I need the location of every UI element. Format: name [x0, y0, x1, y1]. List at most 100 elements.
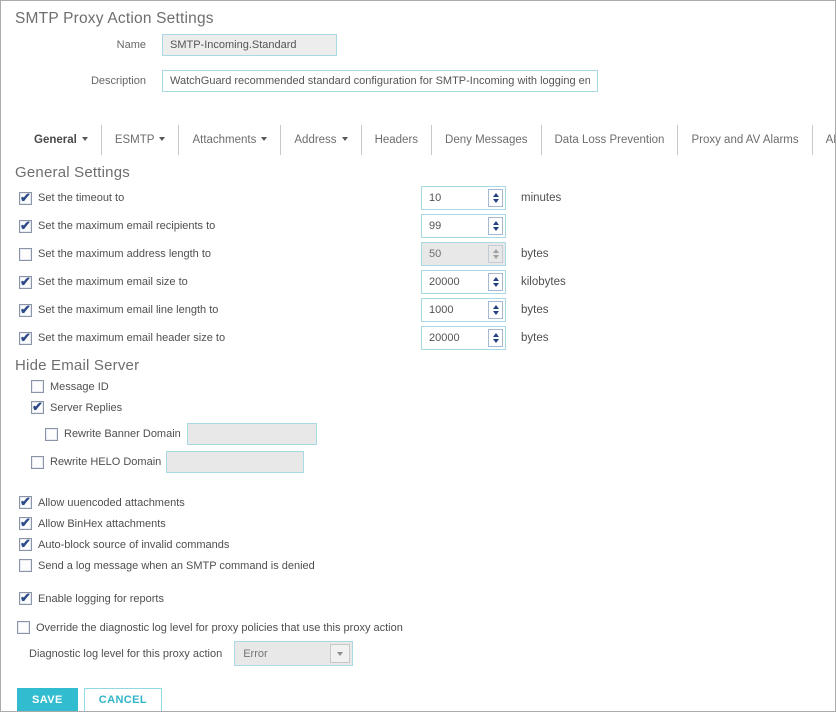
max-line-length-row: Set the maximum email line length to byt… [19, 298, 835, 322]
max-header-size-input[interactable] [422, 327, 488, 349]
spinner-up-icon[interactable] [493, 193, 499, 197]
spinner-up-icon[interactable] [493, 333, 499, 337]
hide-email-server-heading: Hide Email Server [15, 357, 835, 374]
server-replies-row: Server Replies [31, 399, 835, 416]
max-address-length-unit: bytes [521, 242, 549, 266]
enable-logging-checkbox[interactable] [19, 592, 32, 605]
max-line-length-label: Set the maximum email line length to [38, 304, 218, 316]
message-id-checkbox[interactable] [31, 380, 44, 393]
enable-logging-label: Enable logging for reports [38, 593, 164, 605]
max-header-size-row: Set the maximum email header size to byt… [19, 326, 835, 350]
chevron-down-icon [330, 644, 350, 663]
max-address-length-label: Set the maximum address length to [38, 248, 211, 260]
rewrite-banner-row: Rewrite Banner Domain [45, 422, 835, 446]
spinner-down-icon[interactable] [493, 227, 499, 231]
diag-level-value: Error [235, 642, 328, 665]
spinner-up-icon [493, 249, 499, 253]
tab-apt-blocker[interactable]: APT Blocker [813, 125, 836, 155]
tab-attachments[interactable]: Attachments [179, 125, 281, 155]
max-email-size-input[interactable] [422, 271, 488, 293]
timeout-input-group [421, 186, 506, 210]
allow-uuencoded-label: Allow uuencoded attachments [38, 497, 185, 509]
auto-block-checkbox[interactable] [19, 538, 32, 551]
description-row: Description [1, 70, 835, 92]
max-line-length-checkbox[interactable] [19, 304, 32, 317]
spinner-down-icon[interactable] [493, 311, 499, 315]
diag-level-label: Diagnostic log level for this proxy acti… [29, 648, 222, 660]
send-log-message-checkbox[interactable] [19, 559, 32, 572]
server-replies-label: Server Replies [50, 402, 122, 414]
max-address-length-input [422, 243, 488, 265]
spinner-down-icon[interactable] [493, 199, 499, 203]
max-line-length-input-group [421, 298, 506, 322]
tab-esmtp[interactable]: ESMTP [102, 125, 180, 155]
spinner-up-icon[interactable] [493, 305, 499, 309]
rewrite-banner-checkbox[interactable] [45, 428, 58, 441]
tab-headers[interactable]: Headers [362, 125, 432, 155]
max-address-length-row: Set the maximum address length to bytes [19, 242, 835, 266]
max-header-size-input-group [421, 326, 506, 350]
spinner-up-icon[interactable] [493, 277, 499, 281]
cancel-button[interactable]: CANCEL [84, 688, 162, 712]
max-line-length-input[interactable] [422, 299, 488, 321]
max-recipients-input[interactable] [422, 215, 488, 237]
max-email-size-unit: kilobytes [521, 270, 566, 294]
server-replies-checkbox[interactable] [31, 401, 44, 414]
save-button[interactable]: SAVE [17, 688, 78, 712]
spinner[interactable] [488, 329, 503, 347]
spinner-down-icon [493, 255, 499, 259]
allow-uuencoded-checkbox[interactable] [19, 496, 32, 509]
max-recipients-label: Set the maximum email recipients to [38, 220, 215, 232]
diagnostic-log-level-select: Error [234, 641, 353, 666]
spinner[interactable] [488, 273, 503, 291]
auto-block-label: Auto-block source of invalid commands [38, 539, 229, 551]
tab-data-loss-prevention[interactable]: Data Loss Prevention [542, 125, 679, 155]
name-label: Name [1, 39, 146, 51]
name-input [162, 34, 337, 56]
send-log-message-label: Send a log message when an SMTP command … [38, 560, 315, 572]
send-log-message-row: Send a log message when an SMTP command … [19, 557, 835, 574]
max-header-size-checkbox[interactable] [19, 332, 32, 345]
spinner[interactable] [488, 189, 503, 207]
timeout-row: Set the timeout to minutes [19, 186, 835, 210]
tab-address[interactable]: Address [281, 125, 361, 155]
description-input[interactable] [162, 70, 598, 92]
message-id-row: Message ID [31, 378, 835, 395]
max-address-length-input-group [421, 242, 506, 266]
tab-deny-messages[interactable]: Deny Messages [432, 125, 541, 155]
max-recipients-row: Set the maximum email recipients to [19, 214, 835, 238]
chevron-down-icon [82, 137, 88, 141]
override-diag-checkbox[interactable] [17, 621, 30, 634]
spinner[interactable] [488, 301, 503, 319]
timeout-label: Set the timeout to [38, 192, 124, 204]
max-email-size-checkbox[interactable] [19, 276, 32, 289]
rewrite-banner-label: Rewrite Banner Domain [64, 428, 181, 440]
rewrite-helo-input [166, 451, 304, 473]
rewrite-helo-checkbox[interactable] [31, 456, 44, 469]
spinner[interactable] [488, 217, 503, 235]
override-diag-row: Override the diagnostic log level for pr… [17, 619, 835, 636]
action-buttons: SAVE CANCEL [17, 688, 835, 712]
description-label: Description [1, 75, 146, 87]
override-diag-label: Override the diagnostic log level for pr… [36, 622, 403, 634]
max-address-length-checkbox[interactable] [19, 248, 32, 261]
timeout-checkbox[interactable] [19, 192, 32, 205]
tab-proxy-and-av-alarms[interactable]: Proxy and AV Alarms [678, 125, 812, 155]
enable-logging-row: Enable logging for reports [19, 590, 835, 607]
chevron-down-icon [261, 137, 267, 141]
max-line-length-unit: bytes [521, 298, 549, 322]
page-title: SMTP Proxy Action Settings [15, 10, 835, 28]
timeout-unit: minutes [521, 186, 561, 210]
allow-binhex-row: Allow BinHex attachments [19, 515, 835, 532]
max-recipients-input-group [421, 214, 506, 238]
allow-uuencoded-row: Allow uuencoded attachments [19, 494, 835, 511]
max-email-size-row: Set the maximum email size to kilobytes [19, 270, 835, 294]
tab-general[interactable]: General [21, 125, 102, 155]
max-email-size-label: Set the maximum email size to [38, 276, 188, 288]
allow-binhex-checkbox[interactable] [19, 517, 32, 530]
max-recipients-checkbox[interactable] [19, 220, 32, 233]
timeout-input[interactable] [422, 187, 488, 209]
spinner-up-icon[interactable] [493, 221, 499, 225]
spinner-down-icon[interactable] [493, 283, 499, 287]
spinner-down-icon[interactable] [493, 339, 499, 343]
